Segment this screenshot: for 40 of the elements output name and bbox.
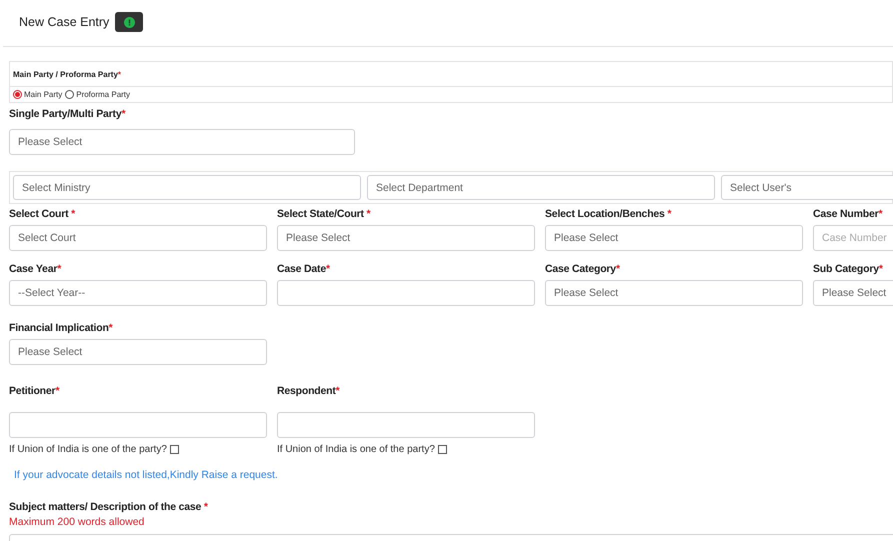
select-field[interactable] [277, 280, 535, 306]
field-label: Select Court * [9, 208, 76, 221]
word-limit-hint: Maximum 200 words allowed [9, 516, 146, 528]
select-field[interactable]: Please Select [545, 280, 803, 306]
text-field[interactable] [277, 412, 535, 438]
select-field[interactable]: Select Department [367, 175, 715, 200]
field-label: Case Date* [277, 263, 331, 276]
info-button[interactable] [115, 12, 144, 32]
select-field[interactable]: Select User's [721, 175, 893, 200]
field-label: Select Location/Benches * [545, 208, 672, 221]
field-label: Main Party / Proforma Party* [13, 70, 122, 78]
select-field[interactable]: Please Select [9, 129, 355, 155]
checkbox[interactable] [170, 445, 179, 454]
select-field[interactable]: Select Court [9, 225, 267, 251]
select-field[interactable]: Please Select [9, 339, 267, 365]
select-field[interactable]: Please Select [813, 280, 893, 306]
checkbox-label: If Union of India is one of the party? [9, 444, 167, 455]
field-label: Financial Implication* [9, 322, 114, 335]
select-field[interactable]: Please Select [545, 225, 803, 251]
field-label: Case Number* [813, 208, 884, 221]
field-label: Case Category* [545, 263, 621, 276]
checkbox-label: If Union of India is one of the party? [277, 444, 435, 455]
radio-option[interactable]: Proforma Party [65, 90, 130, 99]
info-icon [124, 16, 135, 28]
field-label: Select State/Court * [277, 208, 372, 221]
field-label: Sub Category* [813, 263, 884, 276]
select-field[interactable]: Select Ministry [13, 175, 361, 200]
text-field[interactable] [9, 412, 267, 438]
text-field[interactable]: Case Number [813, 225, 893, 251]
radio-option[interactable]: Main Party [13, 90, 62, 99]
field-label: Case Year* [9, 263, 62, 276]
select-field[interactable]: Please Select [277, 225, 535, 251]
checkbox[interactable] [438, 445, 447, 454]
select-field[interactable]: --Select Year-- [9, 280, 267, 306]
field-label: Single Party/Multi Party* [9, 108, 126, 121]
field-label: Respondent* [277, 385, 341, 398]
field-label: Subject matters/ Description of the case * [9, 501, 209, 514]
request-link[interactable]: If your advocate details not listed,Kindly Raise a request. [14, 469, 278, 481]
field-label: Petitioner* [9, 385, 60, 398]
page-title: New Case Entry [19, 15, 110, 29]
